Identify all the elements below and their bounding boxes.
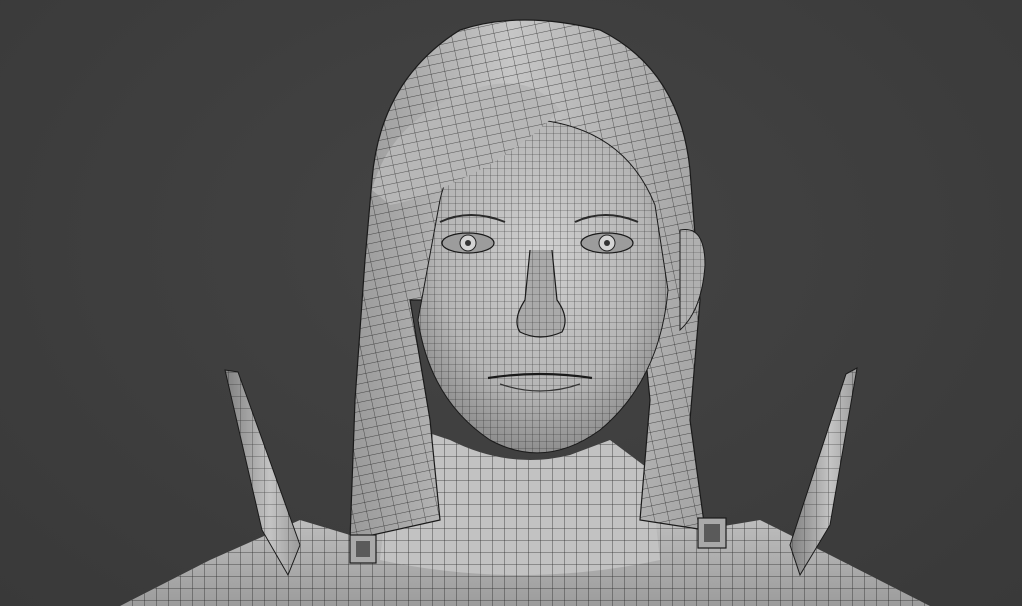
left-eye <box>441 232 495 254</box>
right-shoulder-spike <box>789 367 858 577</box>
ear-mesh <box>679 228 706 332</box>
right-eye <box>580 232 634 254</box>
left-strap-buckle <box>349 534 377 564</box>
character-mesh-render <box>120 19 930 606</box>
right-strap-buckle <box>697 517 727 549</box>
3d-viewport[interactable] <box>0 0 1022 606</box>
